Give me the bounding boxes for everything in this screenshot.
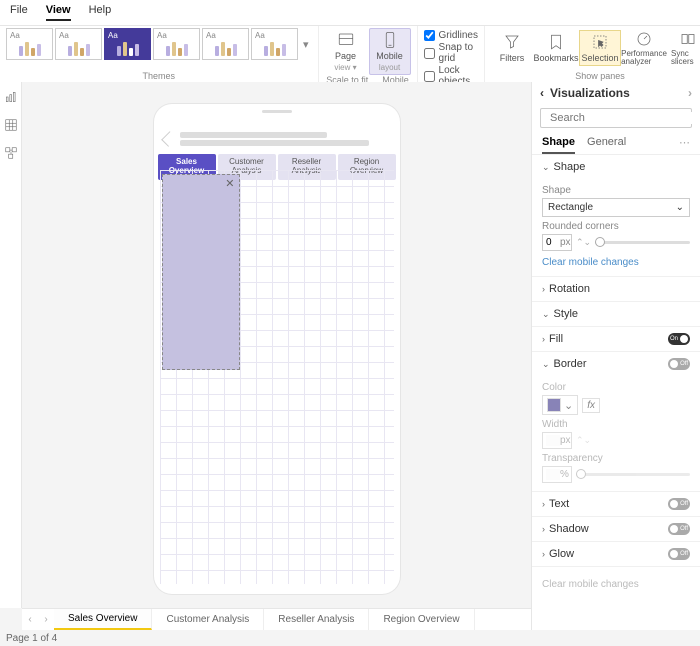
shadow-toggle[interactable]: Off bbox=[668, 523, 690, 535]
visualizations-pane: ‹ Visualizations › Shape General ⋯ ⌄Shap… bbox=[531, 82, 700, 640]
rotation-section-header[interactable]: ›Rotation bbox=[532, 277, 700, 301]
style-section-header[interactable]: ⌄Style bbox=[532, 302, 700, 326]
data-view-icon[interactable] bbox=[4, 118, 18, 132]
text-section-header[interactable]: ›TextOff bbox=[532, 492, 700, 516]
menu-view[interactable]: View bbox=[46, 4, 71, 21]
menu-bar: File View Help bbox=[0, 0, 700, 26]
delete-shape-icon[interactable]: ✕ bbox=[225, 177, 234, 190]
theme-thumb-6[interactable]: Aa bbox=[251, 28, 298, 60]
performance-pane-button[interactable]: Performance analyzer bbox=[623, 28, 665, 68]
search-input[interactable] bbox=[550, 112, 692, 124]
collapse-pane-icon[interactable]: ‹ bbox=[540, 86, 544, 100]
theme-thumb-2[interactable]: Aa bbox=[55, 28, 102, 60]
border-width-input[interactable]: px bbox=[542, 432, 572, 449]
glow-toggle[interactable]: Off bbox=[668, 548, 690, 560]
text-toggle[interactable]: Off bbox=[668, 498, 690, 510]
selection-pane-button[interactable]: Selection bbox=[579, 30, 621, 66]
themes-group-label: Themes bbox=[143, 71, 176, 81]
border-transparency-input[interactable]: % bbox=[542, 466, 572, 483]
page-tabs: ‹ › Sales Overview Customer Analysis Res… bbox=[22, 608, 531, 630]
status-bar: Page 1 of 4 bbox=[0, 630, 700, 646]
model-view-icon[interactable] bbox=[4, 146, 18, 160]
tab-nav-prev[interactable]: ‹ bbox=[22, 609, 38, 630]
shape-select[interactable]: Rectangle⌄ bbox=[542, 198, 690, 217]
clear-mobile-bottom: Clear mobile changes bbox=[542, 579, 639, 590]
page-tab-sales[interactable]: Sales Overview bbox=[54, 609, 152, 630]
border-color-picker[interactable]: ⌄ bbox=[542, 395, 578, 415]
more-options-icon[interactable]: ⋯ bbox=[679, 136, 690, 154]
page-tab-region[interactable]: Region Overview bbox=[369, 609, 474, 630]
shape-section-header[interactable]: ⌄Shape bbox=[532, 155, 700, 179]
chevron-down-icon: ⌄ bbox=[676, 202, 684, 213]
mobile-layout-button[interactable]: Mobile layout bbox=[369, 28, 411, 75]
snap-checkbox[interactable]: Snap to grid bbox=[424, 42, 478, 64]
report-view-icon[interactable] bbox=[4, 90, 18, 104]
expand-pane-icon[interactable]: › bbox=[688, 86, 692, 100]
mobile-frame: Sales Overview Customer Analysis Reselle… bbox=[154, 104, 400, 594]
tab-nav-next[interactable]: › bbox=[38, 609, 54, 630]
page-tab-customer[interactable]: Customer Analysis bbox=[152, 609, 264, 630]
ribbon: Aa Aa Aa Aa Aa Aa ▾ Themes Page view ▾ M… bbox=[0, 26, 700, 84]
clear-mobile-link[interactable]: Clear mobile changes bbox=[542, 257, 639, 268]
glow-section-header[interactable]: ›GlowOff bbox=[532, 542, 700, 566]
shadow-section-header[interactable]: ›ShadowOff bbox=[532, 517, 700, 541]
sync-slicers-button[interactable]: Sync slicers bbox=[667, 28, 700, 68]
left-view-rail bbox=[0, 82, 22, 608]
bookmarks-pane-button[interactable]: Bookmarks bbox=[535, 31, 577, 65]
rounded-input[interactable]: px bbox=[542, 234, 572, 251]
filters-pane-button[interactable]: Filters bbox=[491, 31, 533, 65]
theme-thumb-4[interactable]: Aa bbox=[153, 28, 200, 60]
theme-thumb-3[interactable]: Aa bbox=[104, 28, 151, 60]
menu-help[interactable]: Help bbox=[89, 4, 112, 21]
page-view-button[interactable]: Page view ▾ bbox=[325, 29, 367, 74]
theme-thumb-1[interactable]: Aa bbox=[6, 28, 53, 60]
theme-thumb-5[interactable]: Aa bbox=[202, 28, 249, 60]
selected-shape[interactable]: ✕ bbox=[162, 174, 240, 370]
gridlines-checkbox[interactable]: Gridlines bbox=[424, 30, 478, 41]
search-box[interactable] bbox=[540, 108, 692, 128]
phone-notch bbox=[262, 110, 292, 113]
fill-toggle[interactable]: On bbox=[668, 333, 690, 345]
fill-section-header[interactable]: ›FillOn bbox=[532, 327, 700, 351]
page-tab-reseller[interactable]: Reseller Analysis bbox=[264, 609, 369, 630]
rounded-slider[interactable] bbox=[595, 241, 690, 244]
border-section-header[interactable]: ⌄BorderOff bbox=[532, 352, 700, 376]
mobile-grid[interactable]: ✕ bbox=[160, 170, 394, 584]
mobile-canvas: Sales Overview Customer Analysis Reselle… bbox=[22, 82, 531, 608]
transparency-slider[interactable] bbox=[576, 473, 690, 476]
tab-general[interactable]: General bbox=[587, 136, 626, 154]
tab-shape[interactable]: Shape bbox=[542, 136, 575, 154]
themes-dropdown-icon[interactable]: ▾ bbox=[300, 38, 312, 51]
pane-title: Visualizations bbox=[550, 86, 630, 100]
menu-file[interactable]: File bbox=[10, 4, 28, 21]
mobile-back-icon[interactable] bbox=[161, 131, 177, 147]
fx-button[interactable]: fx bbox=[582, 398, 600, 413]
border-toggle[interactable]: Off bbox=[668, 358, 690, 370]
